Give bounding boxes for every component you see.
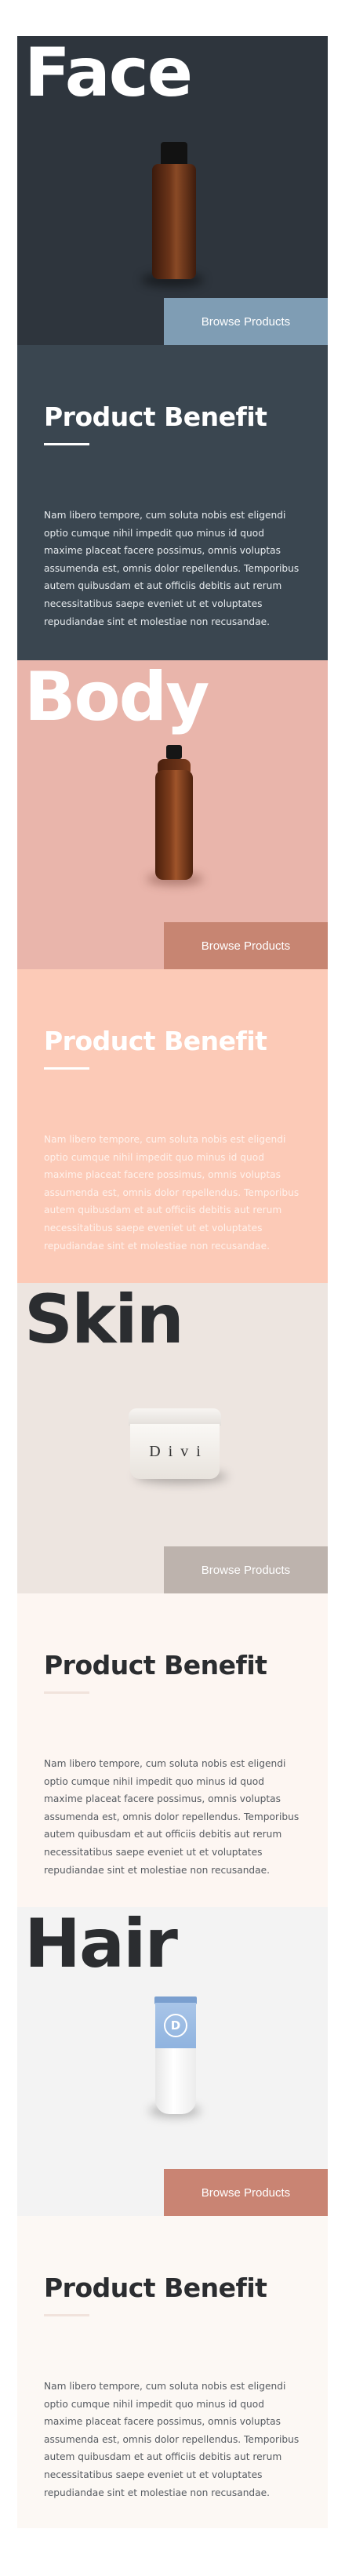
hair-browse-products-button[interactable]: Browse Products: [164, 2169, 328, 2216]
jar-brand-label: Divi: [149, 1442, 209, 1460]
face-title: Face: [24, 36, 193, 112]
skin-benefit-card: Product Benefit Nam libero tempore, cum …: [17, 1593, 328, 1907]
face-browse-products-button[interactable]: Browse Products: [164, 298, 328, 345]
skin-title: Skin: [24, 1283, 184, 1359]
title-underline: [44, 1691, 89, 1694]
title-underline: [44, 1067, 89, 1070]
hair-hero: Hair D Browse Products: [17, 1907, 328, 2216]
hair-benefit-title: Product Benefit: [44, 2273, 267, 2303]
face-benefit-title: Product Benefit: [44, 401, 267, 432]
skin-hero: Skin Divi Browse Products: [17, 1283, 328, 1593]
skin-benefit-title: Product Benefit: [44, 1650, 267, 1680]
tube-logo: D: [164, 2014, 187, 2037]
hair-benefit-card: Product Benefit Nam libero tempore, cum …: [17, 2216, 328, 2528]
body-benefit-text: Nam libero tempore, cum soluta nobis est…: [44, 1134, 300, 1252]
title-underline: [44, 2314, 89, 2316]
face-benefit-card: Product Benefit Nam libero tempore, cum …: [17, 345, 328, 660]
body-benefit-card: Product Benefit Nam libero tempore, cum …: [17, 969, 328, 1283]
skin-benefit-text: Nam libero tempore, cum soluta nobis est…: [44, 1758, 300, 1876]
body-benefit-title: Product Benefit: [44, 1026, 267, 1056]
body-browse-products-button[interactable]: Browse Products: [164, 922, 328, 969]
body-hero: Body Browse Products: [17, 660, 328, 969]
skin-browse-products-button[interactable]: Browse Products: [164, 1546, 328, 1593]
hair-title: Hair: [24, 1907, 178, 1983]
body-title: Body: [24, 660, 209, 736]
title-underline: [44, 443, 89, 445]
face-hero: Face Browse Products: [17, 36, 328, 345]
hair-benefit-text: Nam libero tempore, cum soluta nobis est…: [44, 2381, 300, 2498]
face-benefit-text: Nam libero tempore, cum soluta nobis est…: [44, 510, 300, 627]
